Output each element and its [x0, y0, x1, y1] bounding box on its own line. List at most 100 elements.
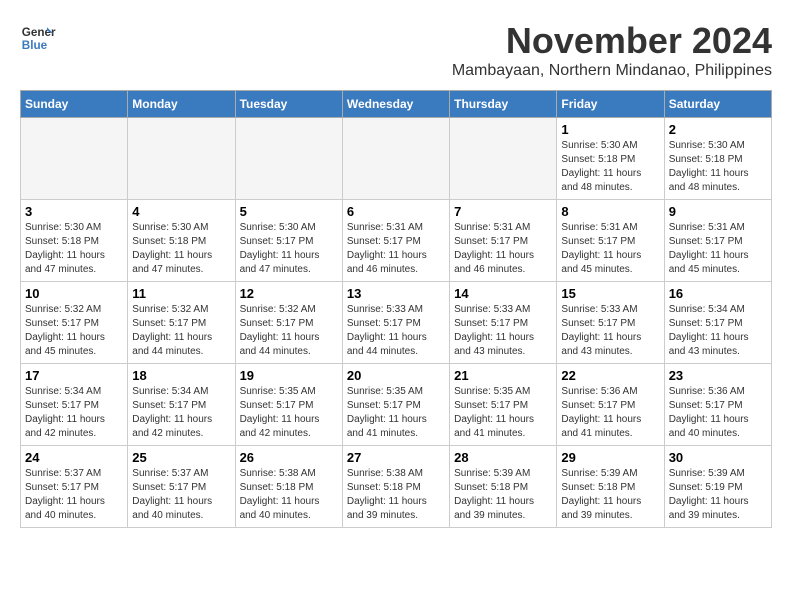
table-row: 7 Sunrise: 5:31 AMSunset: 5:17 PMDaylight… — [450, 200, 557, 282]
day-info: Sunrise: 5:32 AMSunset: 5:17 PMDaylight:… — [240, 303, 338, 359]
day-info: Sunrise: 5:32 AMSunset: 5:17 PMDaylight:… — [25, 303, 123, 359]
month-year-title: November 2024 — [452, 20, 772, 62]
table-row: 8 Sunrise: 5:31 AMSunset: 5:17 PMDaylight… — [557, 200, 664, 282]
calendar-week-row: 17 Sunrise: 5:34 AMSunset: 5:17 PMDayligh… — [21, 364, 772, 446]
table-row: 30 Sunrise: 5:39 AMSunset: 5:19 PMDayligh… — [664, 446, 771, 528]
title-section: November 2024 Mambayaan, Northern Mindan… — [452, 20, 772, 80]
day-info: Sunrise: 5:31 AMSunset: 5:17 PMDaylight:… — [561, 221, 659, 277]
table-row: 29 Sunrise: 5:39 AMSunset: 5:18 PMDayligh… — [557, 446, 664, 528]
day-info: Sunrise: 5:38 AMSunset: 5:18 PMDaylight:… — [240, 467, 338, 523]
col-saturday: Saturday — [664, 91, 771, 118]
calendar-week-row: 3 Sunrise: 5:30 AMSunset: 5:18 PMDaylight… — [21, 200, 772, 282]
calendar-header-row: Sunday Monday Tuesday Wednesday Thursday… — [21, 91, 772, 118]
day-info: Sunrise: 5:32 AMSunset: 5:17 PMDaylight:… — [132, 303, 230, 359]
day-info: Sunrise: 5:33 AMSunset: 5:17 PMDaylight:… — [561, 303, 659, 359]
table-row — [450, 118, 557, 200]
table-row: 6 Sunrise: 5:31 AMSunset: 5:17 PMDaylight… — [342, 200, 449, 282]
table-row: 11 Sunrise: 5:32 AMSunset: 5:17 PMDayligh… — [128, 282, 235, 364]
table-row: 2Sunrise: 5:30 AMSunset: 5:18 PMDaylight… — [664, 118, 771, 200]
table-row: 16 Sunrise: 5:34 AMSunset: 5:17 PMDayligh… — [664, 282, 771, 364]
day-info: Sunrise: 5:36 AMSunset: 5:17 PMDaylight:… — [669, 385, 767, 441]
day-number: 1 — [561, 122, 659, 137]
day-number: 14 — [454, 286, 552, 301]
col-thursday: Thursday — [450, 91, 557, 118]
col-sunday: Sunday — [21, 91, 128, 118]
table-row: 27Sunrise: 5:38 AMSunset: 5:18 PMDayligh… — [342, 446, 449, 528]
table-row: 3Sunrise: 5:30 AMSunset: 5:18 PMDaylight… — [21, 200, 128, 282]
day-info: Sunrise: 5:31 AMSunset: 5:17 PMDaylight:… — [669, 221, 767, 277]
day-number: 20 — [347, 368, 445, 383]
table-row: 24 Sunrise: 5:37 AMSunset: 5:17 PMDayligh… — [21, 446, 128, 528]
logo: General Blue — [20, 20, 56, 56]
day-number: 24 — [25, 450, 123, 465]
table-row: 28 Sunrise: 5:39 AMSunset: 5:18 PMDayligh… — [450, 446, 557, 528]
col-friday: Friday — [557, 91, 664, 118]
table-row: 15Sunrise: 5:33 AMSunset: 5:17 PMDayligh… — [557, 282, 664, 364]
table-row: 22Sunrise: 5:36 AMSunset: 5:17 PMDayligh… — [557, 364, 664, 446]
table-row — [128, 118, 235, 200]
table-row: 9 Sunrise: 5:31 AMSunset: 5:17 PMDaylight… — [664, 200, 771, 282]
day-info: Sunrise: 5:35 AMSunset: 5:17 PMDaylight:… — [240, 385, 338, 441]
day-number: 3 — [25, 204, 123, 219]
table-row: 10 Sunrise: 5:32 AMSunset: 5:17 PMDayligh… — [21, 282, 128, 364]
day-info: Sunrise: 5:35 AMSunset: 5:17 PMDaylight:… — [347, 385, 445, 441]
day-number: 30 — [669, 450, 767, 465]
day-number: 8 — [561, 204, 659, 219]
calendar-week-row: 10 Sunrise: 5:32 AMSunset: 5:17 PMDayligh… — [21, 282, 772, 364]
calendar-week-row: 24 Sunrise: 5:37 AMSunset: 5:17 PMDayligh… — [21, 446, 772, 528]
day-info: Sunrise: 5:31 AMSunset: 5:17 PMDaylight:… — [454, 221, 552, 277]
day-number: 7 — [454, 204, 552, 219]
day-info: Sunrise: 5:34 AMSunset: 5:17 PMDaylight:… — [669, 303, 767, 359]
col-tuesday: Tuesday — [235, 91, 342, 118]
table-row: 23 Sunrise: 5:36 AMSunset: 5:17 PMDayligh… — [664, 364, 771, 446]
table-row: 13Sunrise: 5:33 AMSunset: 5:17 PMDayligh… — [342, 282, 449, 364]
day-number: 25 — [132, 450, 230, 465]
table-row: 14 Sunrise: 5:33 AMSunset: 5:17 PMDayligh… — [450, 282, 557, 364]
day-number: 29 — [561, 450, 659, 465]
day-number: 9 — [669, 204, 767, 219]
day-number: 6 — [347, 204, 445, 219]
day-number: 5 — [240, 204, 338, 219]
day-info: Sunrise: 5:30 AMSunset: 5:17 PMDaylight:… — [240, 221, 338, 277]
table-row: 19 Sunrise: 5:35 AMSunset: 5:17 PMDayligh… — [235, 364, 342, 446]
day-number: 16 — [669, 286, 767, 301]
page-header: General Blue November 2024 Mambayaan, No… — [20, 20, 772, 80]
table-row: 4 Sunrise: 5:30 AMSunset: 5:18 PMDaylight… — [128, 200, 235, 282]
col-monday: Monday — [128, 91, 235, 118]
day-info: Sunrise: 5:34 AMSunset: 5:17 PMDaylight:… — [25, 385, 123, 441]
day-number: 22 — [561, 368, 659, 383]
table-row — [21, 118, 128, 200]
calendar-table: Sunday Monday Tuesday Wednesday Thursday… — [20, 90, 772, 528]
day-number: 10 — [25, 286, 123, 301]
day-number: 28 — [454, 450, 552, 465]
day-info: Sunrise: 5:39 AMSunset: 5:18 PMDaylight:… — [454, 467, 552, 523]
table-row: 21 Sunrise: 5:35 AMSunset: 5:17 PMDayligh… — [450, 364, 557, 446]
day-number: 18 — [132, 368, 230, 383]
svg-text:Blue: Blue — [22, 39, 48, 52]
day-info: Sunrise: 5:39 AMSunset: 5:19 PMDaylight:… — [669, 467, 767, 523]
day-number: 23 — [669, 368, 767, 383]
day-info: Sunrise: 5:33 AMSunset: 5:17 PMDaylight:… — [454, 303, 552, 359]
calendar-week-row: 1 Sunrise: 5:30 AMSunset: 5:18 PMDaylight… — [21, 118, 772, 200]
day-info: Sunrise: 5:30 AMSunset: 5:18 PMDaylight:… — [561, 139, 659, 195]
day-info: Sunrise: 5:37 AMSunset: 5:17 PMDaylight:… — [25, 467, 123, 523]
day-number: 12 — [240, 286, 338, 301]
table-row: 12 Sunrise: 5:32 AMSunset: 5:17 PMDayligh… — [235, 282, 342, 364]
table-row: 25Sunrise: 5:37 AMSunset: 5:17 PMDayligh… — [128, 446, 235, 528]
table-row — [235, 118, 342, 200]
day-number: 27 — [347, 450, 445, 465]
day-number: 17 — [25, 368, 123, 383]
day-info: Sunrise: 5:31 AMSunset: 5:17 PMDaylight:… — [347, 221, 445, 277]
day-number: 4 — [132, 204, 230, 219]
day-info: Sunrise: 5:35 AMSunset: 5:17 PMDaylight:… — [454, 385, 552, 441]
day-info: Sunrise: 5:39 AMSunset: 5:18 PMDaylight:… — [561, 467, 659, 523]
table-row: 5 Sunrise: 5:30 AMSunset: 5:17 PMDaylight… — [235, 200, 342, 282]
table-row: 20 Sunrise: 5:35 AMSunset: 5:17 PMDayligh… — [342, 364, 449, 446]
day-info: Sunrise: 5:34 AMSunset: 5:17 PMDaylight:… — [132, 385, 230, 441]
day-number: 21 — [454, 368, 552, 383]
day-number: 11 — [132, 286, 230, 301]
day-number: 19 — [240, 368, 338, 383]
day-info: Sunrise: 5:30 AMSunset: 5:18 PMDaylight:… — [132, 221, 230, 277]
day-number: 2 — [669, 122, 767, 137]
col-wednesday: Wednesday — [342, 91, 449, 118]
